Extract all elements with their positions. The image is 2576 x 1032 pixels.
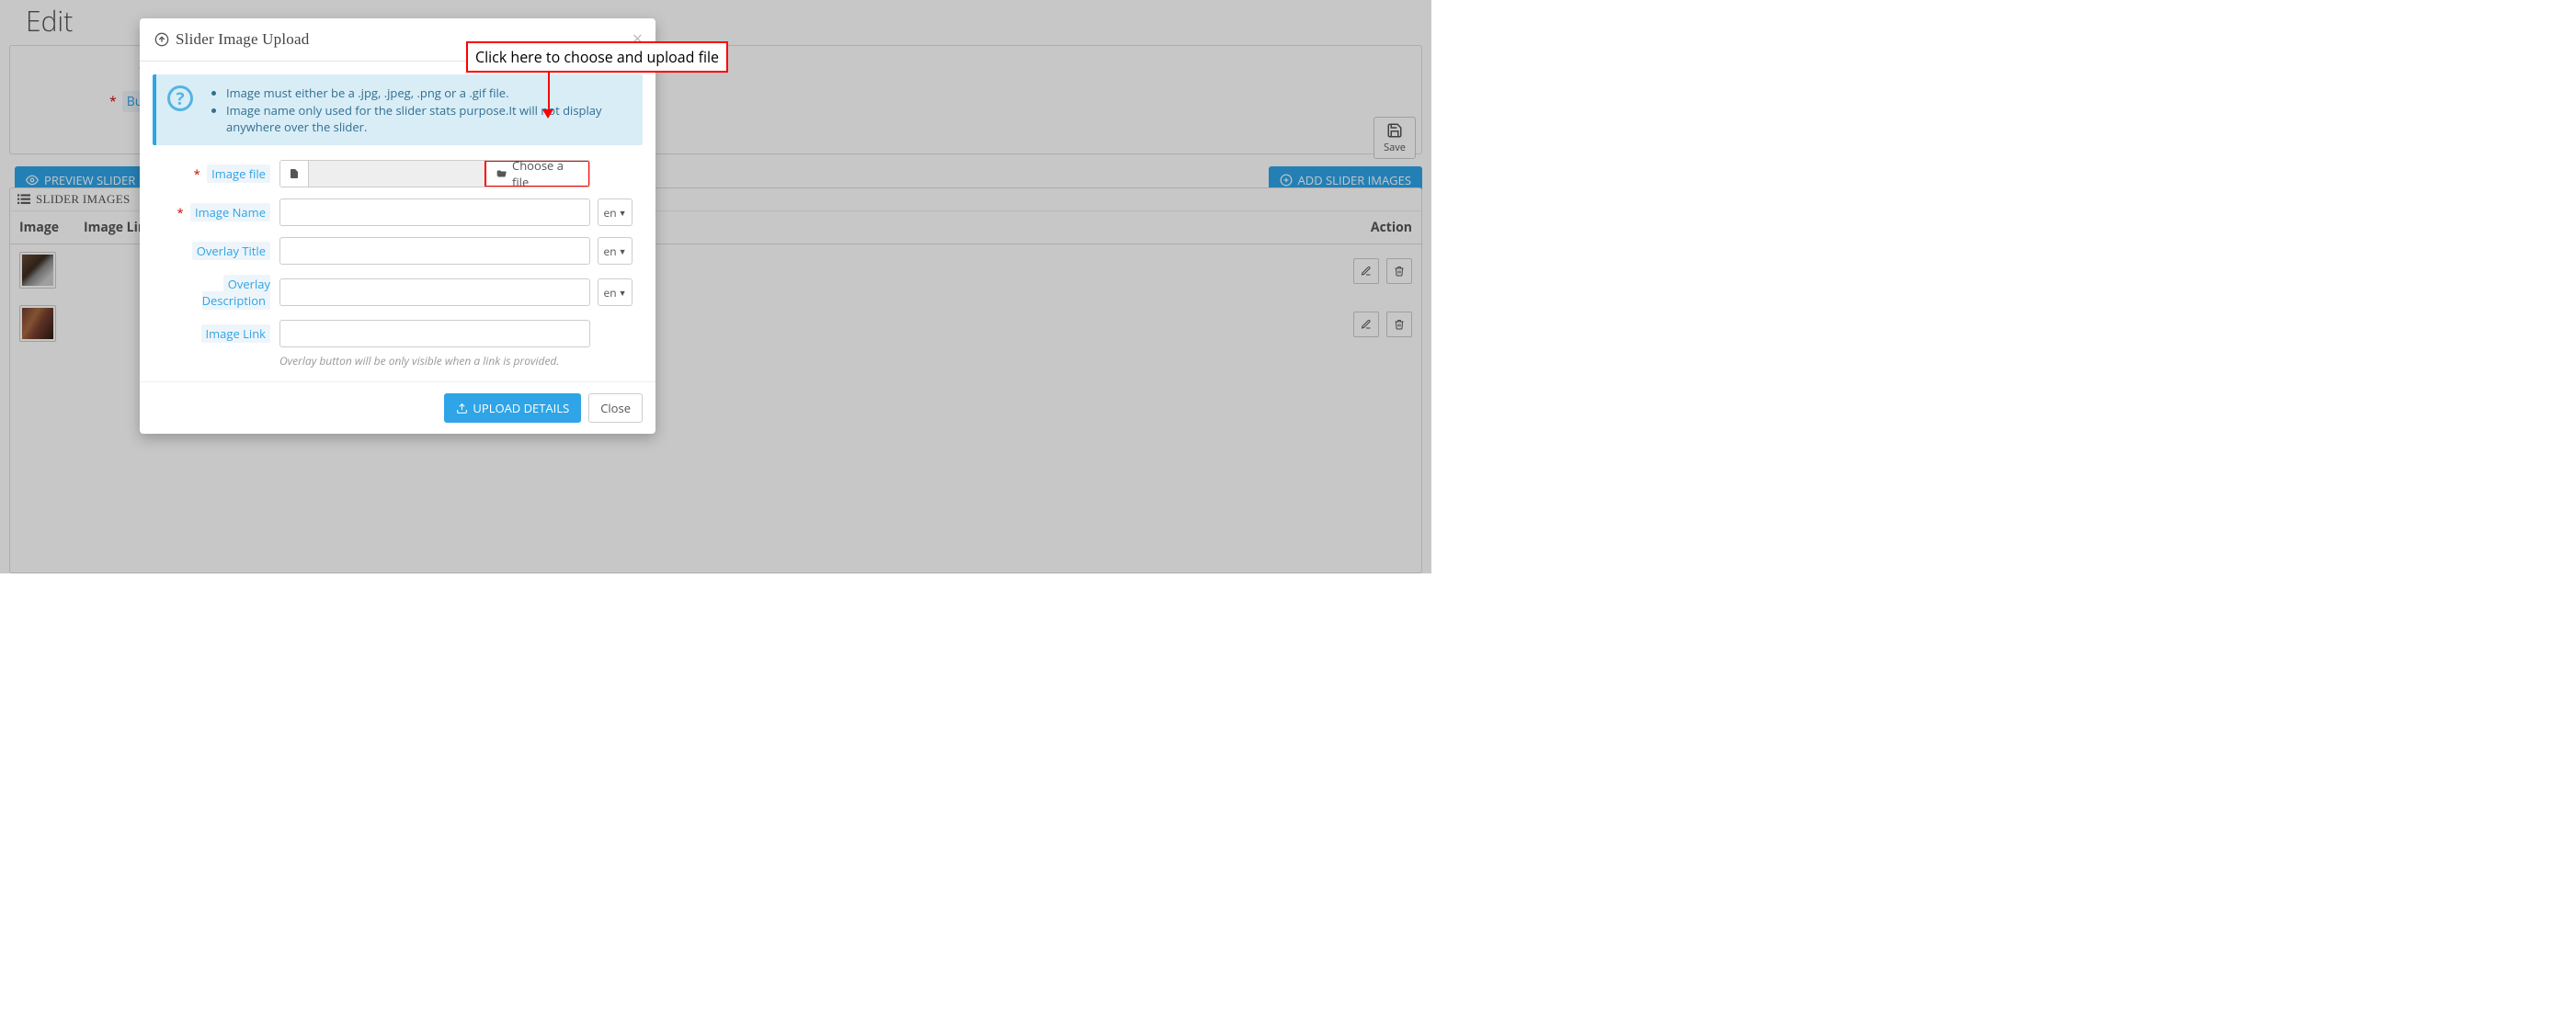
choose-file-label: Choose a file: [512, 160, 580, 187]
file-name-input: [309, 161, 485, 187]
info-alert: ? Image must either be a .jpg, .jpeg, .p…: [153, 74, 643, 145]
slider-upload-modal: Slider Image Upload × ? Image must eithe…: [140, 18, 655, 434]
image-link-input[interactable]: [279, 320, 590, 347]
lang-select[interactable]: en▼: [598, 198, 633, 226]
info-item: Image name only used for the slider stat…: [226, 102, 632, 135]
modal-title-text: Slider Image Upload: [176, 30, 309, 49]
modal-footer: UPLOAD DETAILS Close: [140, 381, 655, 434]
annotation-label: Click here to choose and upload file: [466, 41, 728, 73]
caret-down-icon: ▼: [619, 245, 627, 257]
required-asterisk: *: [194, 165, 200, 182]
help-text: Overlay button will be only visible when…: [279, 353, 643, 369]
lang-value: en: [603, 205, 616, 221]
lang-select[interactable]: en▼: [598, 278, 633, 306]
overlay-title-label: Overlay Title: [192, 242, 270, 260]
overlay-desc-input[interactable]: [279, 278, 590, 306]
lang-value: en: [603, 244, 616, 259]
close-button[interactable]: Close: [588, 393, 643, 423]
lang-value: en: [603, 285, 616, 301]
required-asterisk: *: [177, 204, 183, 221]
annotation-arrow-icon: [542, 109, 553, 119]
info-item: Image must either be a .jpg, .jpeg, .png…: [226, 85, 632, 101]
image-file-label: Image file: [207, 164, 270, 183]
upload-details-label: UPLOAD DETAILS: [473, 400, 569, 416]
file-prefix: [280, 161, 309, 187]
upload-circle-icon: [154, 32, 169, 47]
overlay-desc-label: Overlay Description: [202, 275, 270, 310]
upload-details-button[interactable]: UPLOAD DETAILS: [444, 393, 581, 423]
choose-file-button[interactable]: Choose a file: [485, 161, 589, 187]
folder-open-icon: [496, 168, 507, 179]
file-icon: [289, 167, 300, 180]
file-input-group: Choose a file: [279, 160, 590, 187]
image-name-input[interactable]: [279, 198, 590, 226]
question-icon: ?: [167, 85, 193, 111]
overlay-title-input[interactable]: [279, 237, 590, 265]
lang-select[interactable]: en▼: [598, 237, 633, 265]
image-name-label: Image Name: [190, 203, 270, 221]
caret-down-icon: ▼: [619, 287, 627, 299]
close-label: Close: [600, 400, 631, 416]
image-link-label: Image Link: [201, 324, 271, 343]
annotation-line: [548, 66, 550, 112]
caret-down-icon: ▼: [619, 207, 627, 219]
upload-icon: [456, 403, 468, 414]
